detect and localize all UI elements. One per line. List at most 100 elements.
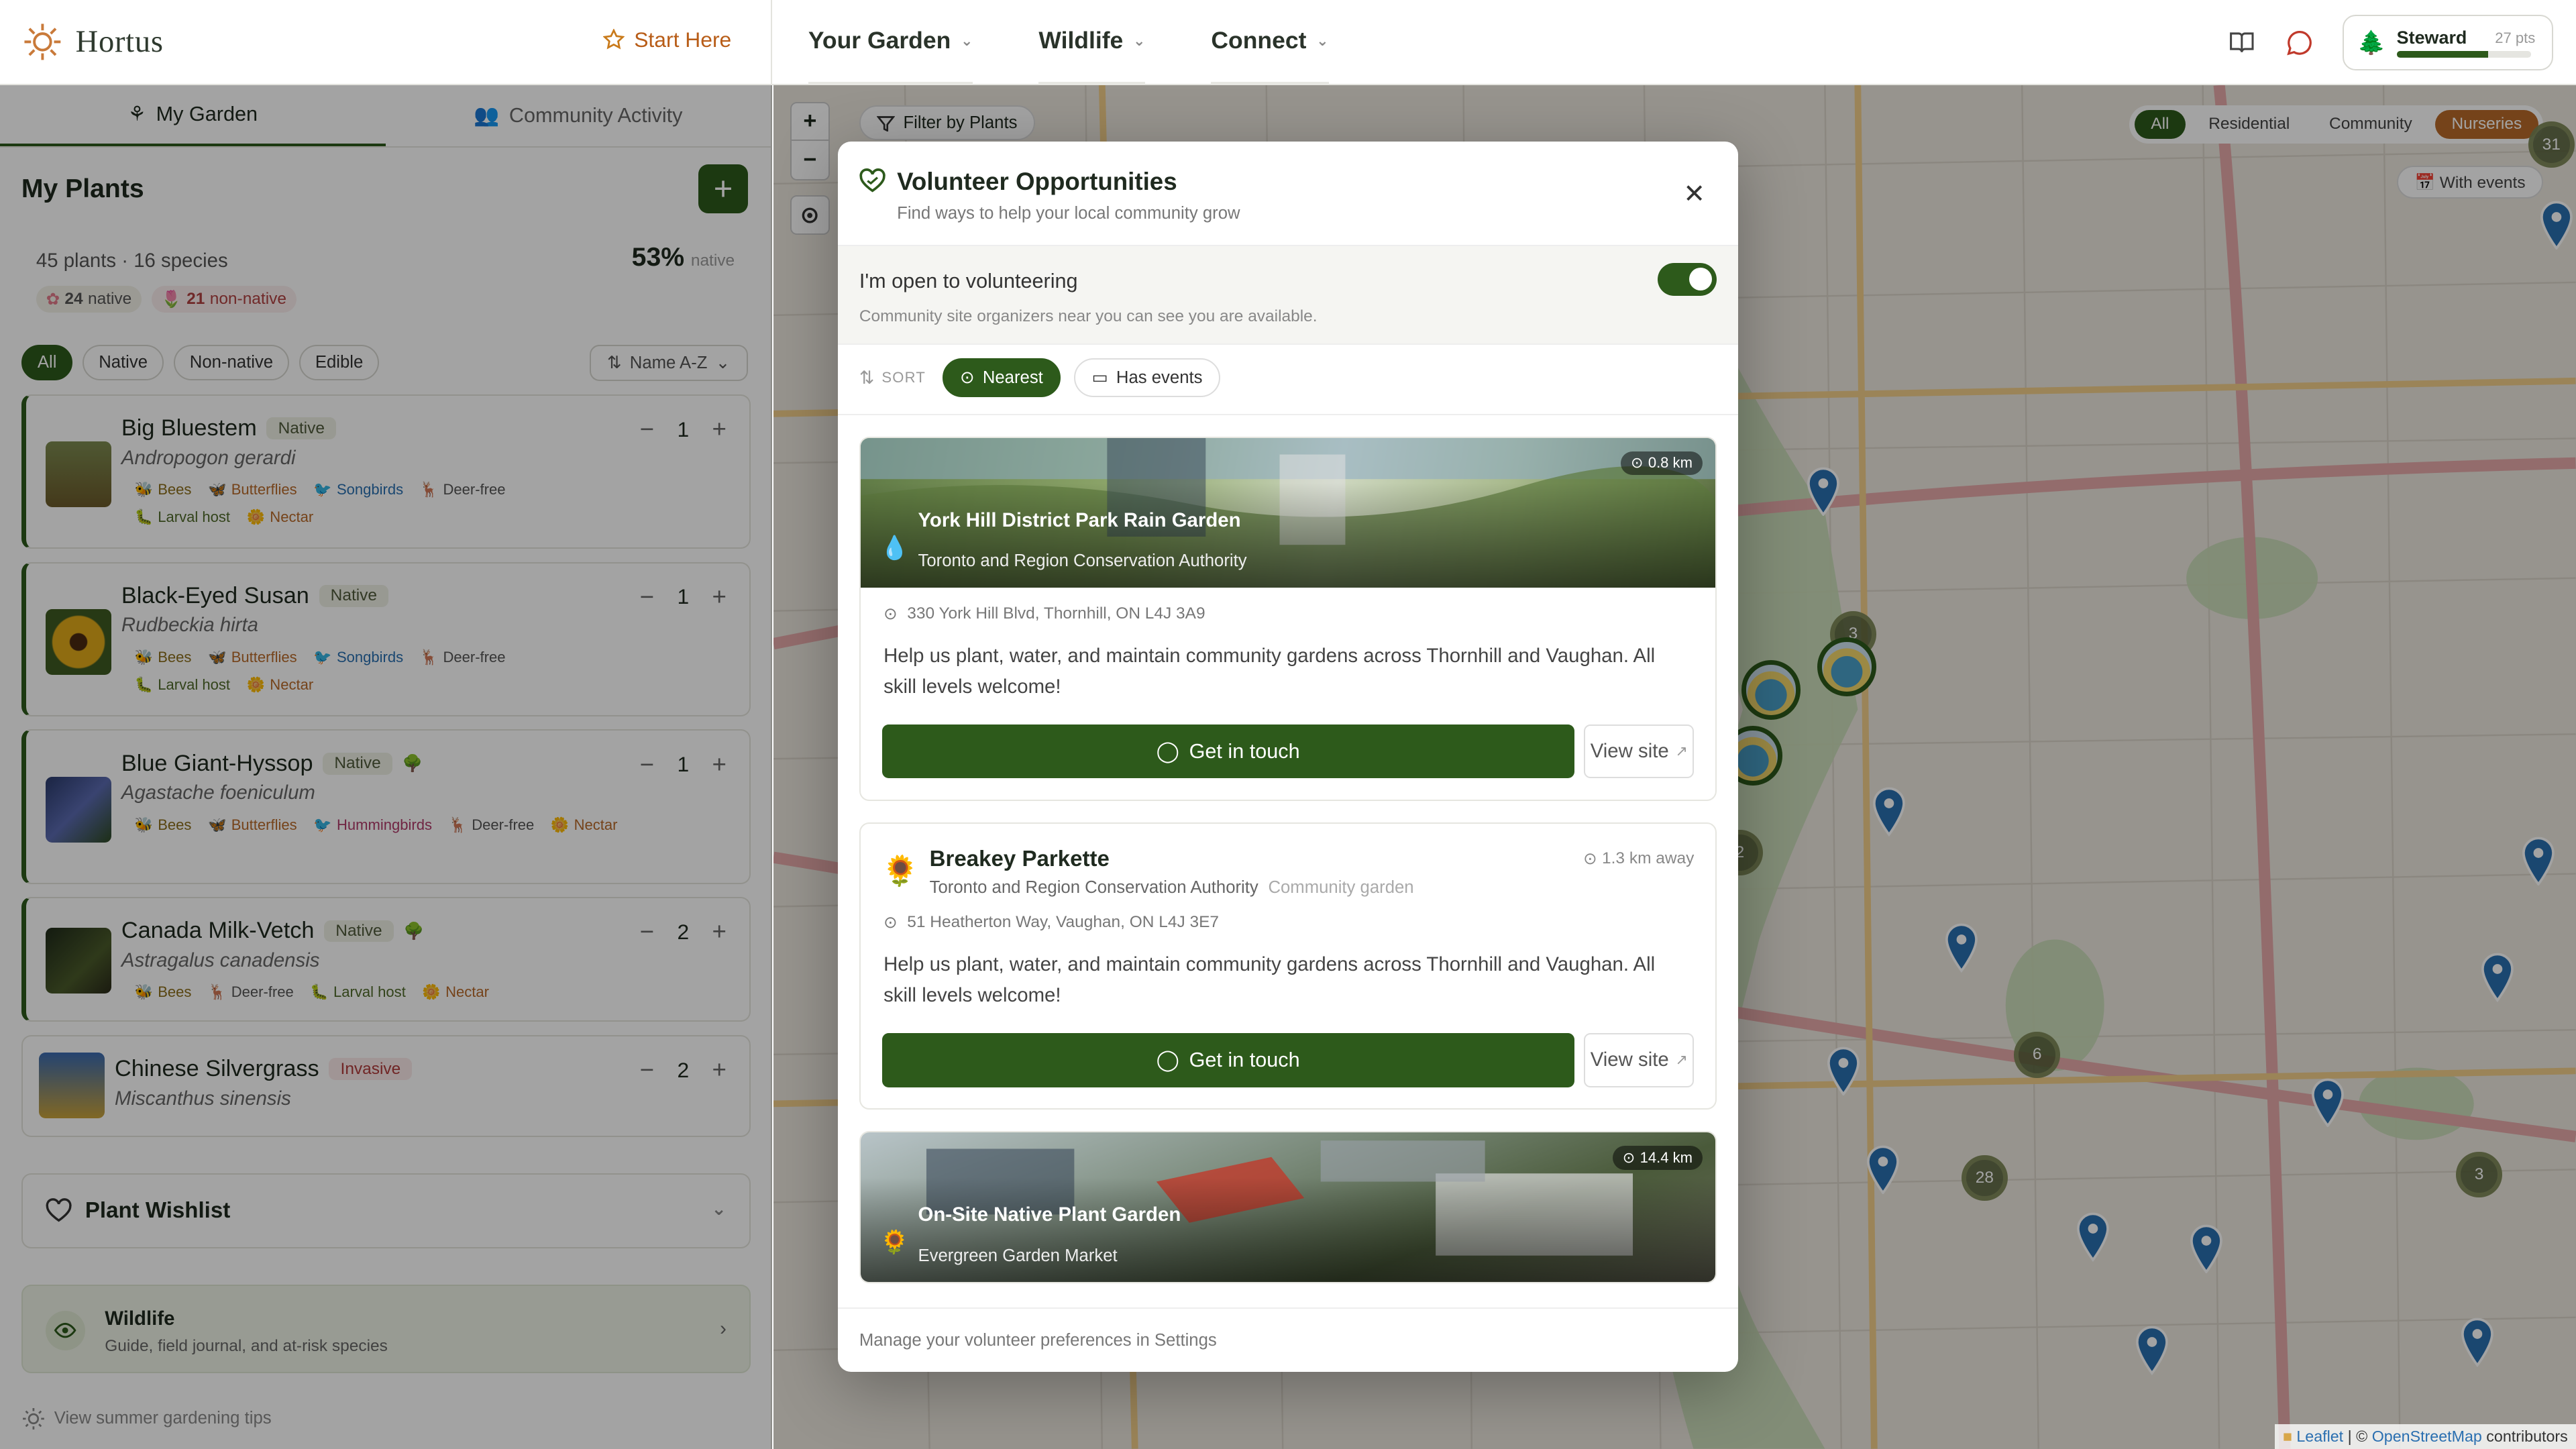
opportunity-description: Help us plant, water, and maintain commu…: [883, 953, 1656, 1007]
opportunity-actions: ◯ Get in touch View site ↗: [861, 703, 1715, 800]
steward-progress: [2396, 51, 2532, 58]
pin-icon: ⊙: [960, 368, 975, 388]
distance-badge: ⊙ 0.8 km: [1621, 451, 1703, 476]
nav-your-garden[interactable]: Your Garden ⌄: [808, 0, 973, 85]
sunflower-icon: 🌻: [881, 855, 919, 888]
opportunity-header: 🌻 Breakey Parkette Toronto and Region Co…: [861, 824, 1715, 912]
opportunity-card: ⊙ 14.4 km 🌻 On-Site Native Plant Garden E…: [859, 1131, 1717, 1284]
modal-footer: Manage your volunteer preferences in Set…: [837, 1307, 1739, 1372]
opportunity-photo: ⊙ 0.8 km 💧 York Hill District Park Rain G…: [860, 437, 1716, 588]
osm-link[interactable]: OpenStreetMap: [2372, 1428, 2482, 1445]
map-attribution: ■ Leaflet | © OpenStreetMap contributors: [2274, 1424, 2576, 1449]
close-icon: ✕: [1683, 179, 1706, 209]
chat-icon: ◯: [1156, 739, 1179, 763]
leaflet-link[interactable]: Leaflet: [2296, 1428, 2343, 1445]
pin-icon: ⊙: [883, 914, 898, 932]
close-button[interactable]: ✕: [1683, 179, 1705, 209]
sun-logo-icon: [24, 23, 61, 60]
distance-label: ⊙ 1.3 km away: [1583, 849, 1694, 869]
cta-label: Get in touch: [1189, 1048, 1300, 1071]
chevron-down-icon: ⌄: [1316, 32, 1329, 49]
steward-label: Steward: [2396, 28, 2467, 48]
steward-badge[interactable]: 🌲 Steward 27 pts: [2343, 15, 2553, 71]
message-icon[interactable]: [2286, 29, 2314, 57]
chevron-down-icon: ⌄: [960, 32, 973, 49]
distance-badge: ⊙ 14.4 km: [1613, 1145, 1703, 1170]
sort-events-label: Has events: [1116, 368, 1203, 387]
opportunity-type: Community garden: [1268, 877, 1414, 897]
chevron-down-icon: ⌄: [1132, 32, 1146, 49]
nav-wildlife[interactable]: Wildlife ⌄: [1038, 0, 1146, 85]
opportunity-address: ⊙ 51 Heatherton Way, Vaughan, ON L4J 3E7: [861, 912, 1715, 932]
nav-label: Connect: [1211, 27, 1307, 54]
modal-header: Volunteer Opportunities Find ways to hel…: [837, 142, 1739, 247]
start-here-button[interactable]: Start Here: [602, 28, 731, 52]
availability-label: I'm open to volunteering: [859, 269, 1078, 292]
nav-connect[interactable]: Connect ⌄: [1211, 0, 1329, 85]
external-link-icon: ↗: [1675, 1051, 1688, 1069]
water-drop-icon: 💧: [880, 535, 909, 561]
opportunity-org-line: Toronto and Region Conservation Authorit…: [930, 878, 1414, 898]
star-icon: [602, 29, 625, 50]
calendar-icon: ▭: [1091, 368, 1108, 388]
modal-title: Volunteer Opportunities: [897, 167, 1177, 195]
opportunity-name: York Hill District Park Rain Garden: [918, 508, 1241, 531]
main-nav: Your Garden ⌄ Wildlife ⌄ Connect ⌄: [772, 0, 1329, 85]
pin-icon: ⊙: [1631, 454, 1644, 472]
site-label: View site: [1590, 740, 1669, 763]
opportunity-photo: ⊙ 14.4 km 🌻 On-Site Native Plant Garden E…: [860, 1132, 1716, 1283]
sort-label-text: SORT: [881, 369, 926, 386]
app-header: Hortus Start Here Your Garden ⌄ Wildlife ⌄…: [0, 0, 2576, 86]
opportunity-name: Breakey Parkette: [929, 847, 1110, 872]
sort-has-events[interactable]: ▭ Has events: [1073, 358, 1220, 398]
distance-value: 14.4 km: [1640, 1148, 1693, 1166]
nav-label: Wildlife: [1038, 27, 1124, 54]
opportunity-actions: ◯ Get in touch View site ↗: [861, 1012, 1715, 1108]
opportunity-name: On-Site Native Plant Garden: [918, 1203, 1181, 1226]
sort-icon: ⇅: [859, 367, 875, 388]
chat-icon: ◯: [1156, 1048, 1179, 1071]
view-site-button[interactable]: View site ↗: [1584, 1032, 1695, 1087]
distance-value: 1.3 km away: [1602, 849, 1695, 867]
steward-points: 27 pts: [2495, 29, 2536, 46]
opportunity-org: Toronto and Region Conservation Authorit…: [918, 551, 1247, 571]
pin-icon: ⊙: [1583, 849, 1597, 868]
opportunity-org: Toronto and Region Conservation Authorit…: [929, 877, 1258, 897]
attr-tail: contributors: [2481, 1428, 2568, 1446]
brand: Hortus Start Here: [0, 0, 773, 85]
opportunity-card: 🌻 Breakey Parkette Toronto and Region Co…: [859, 822, 1717, 1110]
opportunity-address: ⊙ 330 York Hill Blvd, Thornhill, ON L4J 3…: [861, 588, 1715, 624]
opportunity-card: ⊙ 0.8 km 💧 York Hill District Park Rain G…: [859, 436, 1717, 802]
availability-toggle[interactable]: [1658, 262, 1717, 296]
opportunity-list: ⊙ 0.8 km 💧 York Hill District Park Rain G…: [837, 414, 1739, 1307]
address-text: 330 York Hill Blvd, Thornhill, ON L4J 3A…: [907, 604, 1205, 623]
flag-icon: ■: [2282, 1428, 2297, 1446]
cta-label: Get in touch: [1189, 739, 1300, 763]
get-in-touch-button[interactable]: ◯ Get in touch: [881, 724, 1574, 779]
tree-icon: 🌲: [2357, 30, 2386, 56]
sort-row: ⇅ SORT ⊙ Nearest ▭ Has events: [859, 358, 1220, 398]
sort-nearest[interactable]: ⊙ Nearest: [942, 358, 1061, 398]
settings-note[interactable]: Manage your volunteer preferences in Set…: [859, 1331, 1217, 1350]
heart-handshake-icon: [859, 168, 885, 193]
sunflower-icon: 🌻: [880, 1229, 909, 1255]
get-in-touch-button[interactable]: ◯ Get in touch: [881, 1032, 1574, 1087]
distance-value: 0.8 km: [1648, 454, 1693, 472]
address-text: 51 Heatherton Way, Vaughan, ON L4J 3E7: [907, 913, 1220, 932]
view-site-button[interactable]: View site ↗: [1584, 724, 1695, 779]
brand-name: Hortus: [75, 25, 164, 60]
modal-subtitle: Find ways to help your local community g…: [897, 203, 1240, 223]
availability-sub: Community site organizers near you can s…: [859, 307, 1318, 325]
pin-icon: ⊙: [1622, 1148, 1635, 1166]
sort-label: ⇅ SORT: [859, 368, 926, 388]
steward-progress-fill: [2396, 51, 2489, 58]
book-icon[interactable]: [2228, 29, 2256, 57]
opportunity-org: Evergreen Garden Market: [918, 1246, 1118, 1265]
header-actions: 🌲 Steward 27 pts: [2228, 15, 2553, 71]
pin-icon: ⊙: [883, 605, 898, 624]
site-label: View site: [1590, 1049, 1669, 1071]
attr-sep: | ©: [2343, 1428, 2372, 1446]
volunteer-availability: I'm open to volunteering Community site …: [837, 246, 1739, 345]
sidebar-overlay: [0, 85, 773, 1449]
opportunity-description: Help us plant, water, and maintain commu…: [883, 644, 1656, 698]
